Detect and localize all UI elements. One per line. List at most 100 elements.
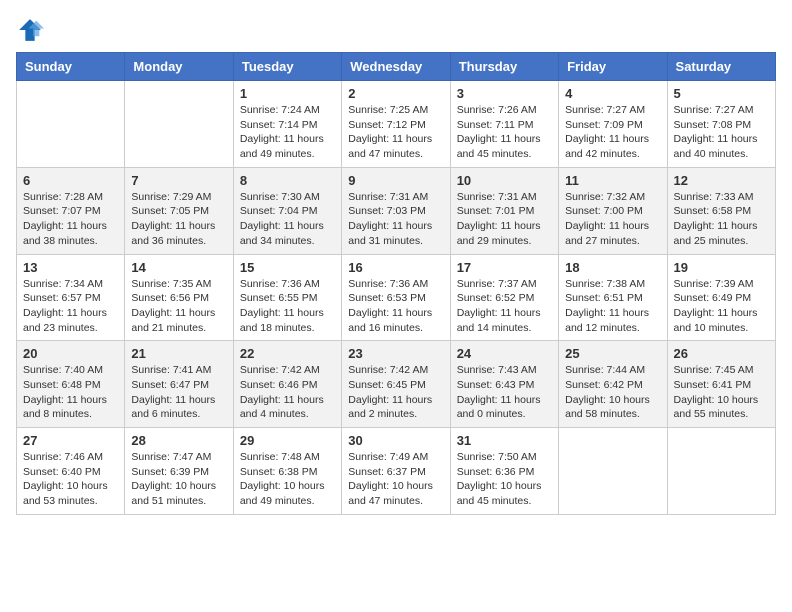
calendar-cell: 22 Sunrise: 7:42 AM Sunset: 6:46 PM Dayli…	[233, 341, 341, 428]
calendar-cell: 23 Sunrise: 7:42 AM Sunset: 6:45 PM Dayli…	[342, 341, 450, 428]
calendar-cell: 19Sunrise: 7:39 AM Sunset: 6:49 PM Dayli…	[667, 254, 775, 341]
day-number: 23	[348, 346, 443, 361]
day-number: 14	[131, 260, 226, 275]
day-number: 6	[23, 173, 118, 188]
day-info: Sunrise: 7:29 AM Sunset: 7:05 PM Dayligh…	[131, 190, 226, 249]
day-number: 30	[348, 433, 443, 448]
day-number: 12	[674, 173, 769, 188]
day-info: Sunrise: 7:34 AM Sunset: 6:57 PM Dayligh…	[23, 277, 118, 336]
calendar-cell: 16 Sunrise: 7:36 AM Sunset: 6:53 PM Dayli…	[342, 254, 450, 341]
day-info: Sunrise: 7:45 AM Sunset: 6:41 PM Dayligh…	[674, 363, 769, 422]
day-number: 15	[240, 260, 335, 275]
calendar-cell: 13 Sunrise: 7:34 AM Sunset: 6:57 PM Dayli…	[17, 254, 125, 341]
day-number: 2	[348, 86, 443, 101]
calendar-cell: 15 Sunrise: 7:36 AM Sunset: 6:55 PM Dayli…	[233, 254, 341, 341]
day-info: Sunrise: 7:30 AM Sunset: 7:04 PM Dayligh…	[240, 190, 335, 249]
calendar-table: SundayMondayTuesdayWednesdayThursdayFrid…	[16, 52, 776, 515]
calendar-cell: 29Sunrise: 7:48 AM Sunset: 6:38 PM Dayli…	[233, 428, 341, 515]
day-info: Sunrise: 7:36 AM Sunset: 6:53 PM Dayligh…	[348, 277, 443, 336]
day-info: Sunrise: 7:32 AM Sunset: 7:00 PM Dayligh…	[565, 190, 660, 249]
day-number: 16	[348, 260, 443, 275]
week-row-2: 6Sunrise: 7:28 AM Sunset: 7:07 PM Daylig…	[17, 167, 776, 254]
calendar-cell: 25 Sunrise: 7:44 AM Sunset: 6:42 PM Dayli…	[559, 341, 667, 428]
calendar-cell: 10Sunrise: 7:31 AM Sunset: 7:01 PM Dayli…	[450, 167, 558, 254]
day-info: Sunrise: 7:27 AM Sunset: 7:08 PM Dayligh…	[674, 103, 769, 162]
header	[16, 16, 776, 44]
day-info: Sunrise: 7:25 AM Sunset: 7:12 PM Dayligh…	[348, 103, 443, 162]
day-info: Sunrise: 7:46 AM Sunset: 6:40 PM Dayligh…	[23, 450, 118, 509]
day-info: Sunrise: 7:37 AM Sunset: 6:52 PM Dayligh…	[457, 277, 552, 336]
day-number: 8	[240, 173, 335, 188]
calendar-cell: 18 Sunrise: 7:38 AM Sunset: 6:51 PM Dayli…	[559, 254, 667, 341]
day-number: 21	[131, 346, 226, 361]
day-info: Sunrise: 7:50 AM Sunset: 6:36 PM Dayligh…	[457, 450, 552, 509]
calendar-cell: 26 Sunrise: 7:45 AM Sunset: 6:41 PM Dayli…	[667, 341, 775, 428]
day-number: 17	[457, 260, 552, 275]
day-number: 4	[565, 86, 660, 101]
week-row-3: 13 Sunrise: 7:34 AM Sunset: 6:57 PM Dayli…	[17, 254, 776, 341]
calendar-cell: 27 Sunrise: 7:46 AM Sunset: 6:40 PM Dayli…	[17, 428, 125, 515]
week-row-5: 27 Sunrise: 7:46 AM Sunset: 6:40 PM Dayli…	[17, 428, 776, 515]
day-info: Sunrise: 7:33 AM Sunset: 6:58 PM Dayligh…	[674, 190, 769, 249]
weekday-header-sunday: Sunday	[17, 53, 125, 81]
day-number: 5	[674, 86, 769, 101]
day-info: Sunrise: 7:31 AM Sunset: 7:03 PM Dayligh…	[348, 190, 443, 249]
weekday-header-friday: Friday	[559, 53, 667, 81]
day-info: Sunrise: 7:43 AM Sunset: 6:43 PM Dayligh…	[457, 363, 552, 422]
calendar-cell: 21 Sunrise: 7:41 AM Sunset: 6:47 PM Dayli…	[125, 341, 233, 428]
calendar-cell: 8 Sunrise: 7:30 AM Sunset: 7:04 PM Daylig…	[233, 167, 341, 254]
week-row-4: 20 Sunrise: 7:40 AM Sunset: 6:48 PM Dayli…	[17, 341, 776, 428]
calendar-cell: 28 Sunrise: 7:47 AM Sunset: 6:39 PM Dayli…	[125, 428, 233, 515]
day-number: 11	[565, 173, 660, 188]
day-info: Sunrise: 7:41 AM Sunset: 6:47 PM Dayligh…	[131, 363, 226, 422]
day-number: 31	[457, 433, 552, 448]
calendar-cell: 6Sunrise: 7:28 AM Sunset: 7:07 PM Daylig…	[17, 167, 125, 254]
calendar-cell: 31 Sunrise: 7:50 AM Sunset: 6:36 PM Dayli…	[450, 428, 558, 515]
calendar-cell: 4 Sunrise: 7:27 AM Sunset: 7:09 PM Daylig…	[559, 81, 667, 168]
day-info: Sunrise: 7:47 AM Sunset: 6:39 PM Dayligh…	[131, 450, 226, 509]
day-info: Sunrise: 7:38 AM Sunset: 6:51 PM Dayligh…	[565, 277, 660, 336]
calendar-cell	[559, 428, 667, 515]
calendar-cell: 24 Sunrise: 7:43 AM Sunset: 6:43 PM Dayli…	[450, 341, 558, 428]
calendar-cell: 3Sunrise: 7:26 AM Sunset: 7:11 PM Daylig…	[450, 81, 558, 168]
day-number: 9	[348, 173, 443, 188]
week-row-1: 1Sunrise: 7:24 AM Sunset: 7:14 PM Daylig…	[17, 81, 776, 168]
weekday-header-thursday: Thursday	[450, 53, 558, 81]
day-number: 26	[674, 346, 769, 361]
weekday-header-wednesday: Wednesday	[342, 53, 450, 81]
day-info: Sunrise: 7:42 AM Sunset: 6:45 PM Dayligh…	[348, 363, 443, 422]
day-number: 27	[23, 433, 118, 448]
day-number: 22	[240, 346, 335, 361]
calendar-cell: 2 Sunrise: 7:25 AM Sunset: 7:12 PM Daylig…	[342, 81, 450, 168]
day-number: 20	[23, 346, 118, 361]
day-info: Sunrise: 7:27 AM Sunset: 7:09 PM Dayligh…	[565, 103, 660, 162]
logo-icon	[16, 16, 44, 44]
calendar-cell: 20 Sunrise: 7:40 AM Sunset: 6:48 PM Dayli…	[17, 341, 125, 428]
weekday-header-tuesday: Tuesday	[233, 53, 341, 81]
day-number: 3	[457, 86, 552, 101]
day-info: Sunrise: 7:44 AM Sunset: 6:42 PM Dayligh…	[565, 363, 660, 422]
day-number: 24	[457, 346, 552, 361]
calendar-cell	[17, 81, 125, 168]
day-number: 1	[240, 86, 335, 101]
weekday-header-saturday: Saturday	[667, 53, 775, 81]
day-number: 10	[457, 173, 552, 188]
day-number: 28	[131, 433, 226, 448]
day-number: 25	[565, 346, 660, 361]
day-number: 18	[565, 260, 660, 275]
day-info: Sunrise: 7:35 AM Sunset: 6:56 PM Dayligh…	[131, 277, 226, 336]
weekday-header-row: SundayMondayTuesdayWednesdayThursdayFrid…	[17, 53, 776, 81]
calendar-cell: 14 Sunrise: 7:35 AM Sunset: 6:56 PM Dayli…	[125, 254, 233, 341]
calendar-cell: 17 Sunrise: 7:37 AM Sunset: 6:52 PM Dayli…	[450, 254, 558, 341]
day-info: Sunrise: 7:42 AM Sunset: 6:46 PM Dayligh…	[240, 363, 335, 422]
day-info: Sunrise: 7:36 AM Sunset: 6:55 PM Dayligh…	[240, 277, 335, 336]
day-info: Sunrise: 7:49 AM Sunset: 6:37 PM Dayligh…	[348, 450, 443, 509]
day-info: Sunrise: 7:39 AM Sunset: 6:49 PM Dayligh…	[674, 277, 769, 336]
calendar-cell: 1Sunrise: 7:24 AM Sunset: 7:14 PM Daylig…	[233, 81, 341, 168]
calendar-cell: 7Sunrise: 7:29 AM Sunset: 7:05 PM Daylig…	[125, 167, 233, 254]
weekday-header-monday: Monday	[125, 53, 233, 81]
calendar-cell: 30 Sunrise: 7:49 AM Sunset: 6:37 PM Dayli…	[342, 428, 450, 515]
day-number: 13	[23, 260, 118, 275]
calendar-cell: 12 Sunrise: 7:33 AM Sunset: 6:58 PM Dayli…	[667, 167, 775, 254]
day-info: Sunrise: 7:40 AM Sunset: 6:48 PM Dayligh…	[23, 363, 118, 422]
